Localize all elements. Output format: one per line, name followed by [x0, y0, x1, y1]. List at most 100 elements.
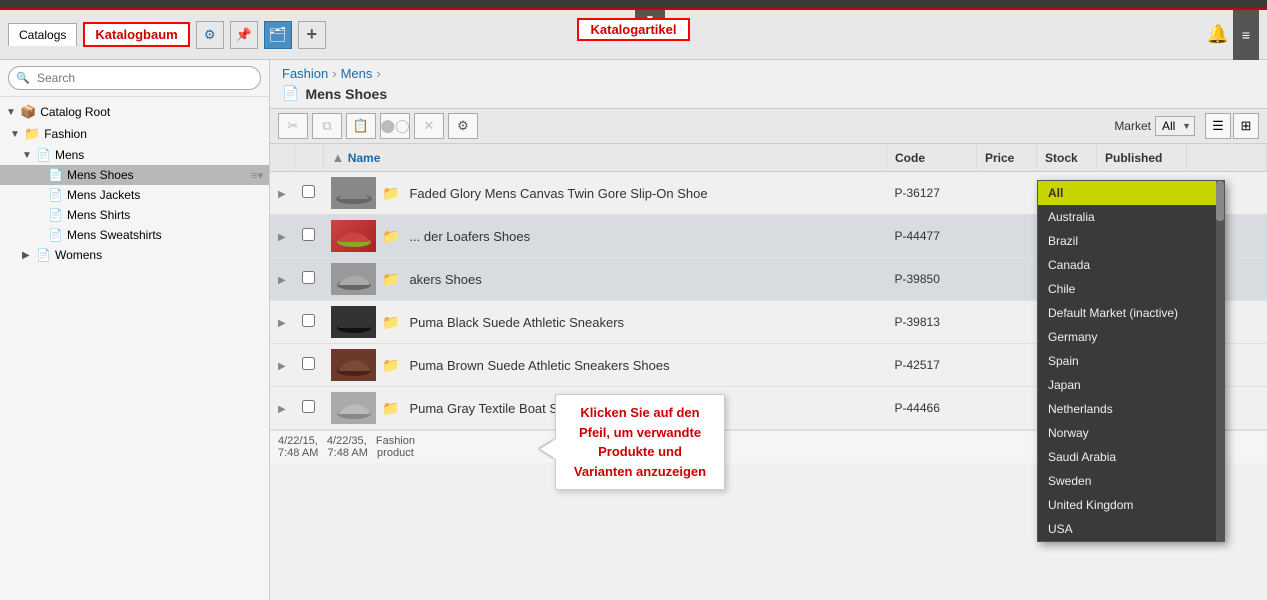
- market-option-norway[interactable]: Norway: [1038, 421, 1224, 445]
- tooltip-text: Klicken Sie auf den Pfeil, um verwandte …: [574, 405, 706, 479]
- market-option-saudi-arabia[interactable]: Saudi Arabia: [1038, 445, 1224, 469]
- breadcrumb-mens[interactable]: Mens: [341, 66, 373, 81]
- market-select-wrapper[interactable]: All: [1155, 116, 1195, 136]
- row-check-cell[interactable]: [294, 301, 323, 344]
- copy-btn[interactable]: ⧉: [312, 113, 342, 139]
- sidebar-toggle-btn[interactable]: ≡: [1233, 10, 1259, 60]
- product-name: Puma Black Suede Athletic Sneakers: [409, 315, 624, 330]
- market-option-canada[interactable]: Canada: [1038, 253, 1224, 277]
- top-bar: [0, 0, 1267, 10]
- market-option-chile[interactable]: Chile: [1038, 277, 1224, 301]
- row-name-cell: 📁 ... der Loafers Shoes: [323, 215, 887, 258]
- market-option-usa[interactable]: USA: [1038, 517, 1224, 541]
- sidebar-item-mens-sweatshirts[interactable]: 📄 Mens Sweatshirts: [0, 225, 269, 245]
- market-option-japan[interactable]: Japan: [1038, 373, 1224, 397]
- market-scrollbar-thumb[interactable]: [1216, 181, 1224, 221]
- gear-icon: ⚙: [204, 27, 216, 43]
- cut-btn[interactable]: ✂: [278, 113, 308, 139]
- market-option-default-market[interactable]: Default Market (inactive): [1038, 301, 1224, 325]
- row-expand-arrow[interactable]: ▶: [278, 404, 286, 415]
- move-btn[interactable]: ⬤◯: [380, 113, 410, 139]
- row-arrow-cell[interactable]: ▶: [270, 172, 294, 215]
- search-wrapper: [8, 66, 261, 90]
- row-arrow-cell[interactable]: ▶: [270, 387, 294, 430]
- row-expand-arrow[interactable]: ▶: [278, 275, 286, 286]
- sidebar-item-womens[interactable]: ▶ 📄 Womens: [0, 245, 269, 265]
- col-stock[interactable]: Stock: [1037, 144, 1097, 172]
- tooltip-popup: Klicken Sie auf den Pfeil, um verwandte …: [555, 394, 725, 490]
- row-arrow-cell[interactable]: ▶: [270, 258, 294, 301]
- grid-view-btn[interactable]: ⊞: [1233, 113, 1259, 139]
- catalog-tree-btn[interactable]: 🗂: [264, 21, 292, 49]
- pin-btn[interactable]: 📌: [230, 21, 258, 49]
- breadcrumb-sep-1: ›: [332, 66, 336, 81]
- settings-btn[interactable]: ⚙: [448, 113, 478, 139]
- market-option-spain[interactable]: Spain: [1038, 349, 1224, 373]
- product-name: akers Shoes: [409, 272, 481, 287]
- row-check-cell[interactable]: [294, 215, 323, 258]
- delete-btn[interactable]: ✕: [414, 113, 444, 139]
- sidebar-item-fashion[interactable]: ▼ 📁 Fashion: [0, 123, 269, 145]
- market-scrollbar[interactable]: [1216, 181, 1224, 541]
- col-published[interactable]: Published: [1097, 144, 1187, 172]
- tab-catalogs[interactable]: Catalogs: [8, 23, 77, 46]
- row-expand-arrow[interactable]: ▶: [278, 361, 286, 372]
- row-arrow-cell[interactable]: ▶: [270, 301, 294, 344]
- tree-label: Catalog Root: [40, 105, 110, 119]
- sidebar-item-mens[interactable]: ▼ 📄 Mens: [0, 145, 269, 165]
- paste-btn[interactable]: 📋: [346, 113, 376, 139]
- sidebar-item-catalog-root[interactable]: ▼ 📦 Catalog Root: [0, 101, 269, 123]
- katalogartikel-label: Katalogartikel: [577, 18, 691, 41]
- col-price[interactable]: Price: [977, 144, 1037, 172]
- market-option-uk[interactable]: United Kingdom: [1038, 493, 1224, 517]
- row-checkbox[interactable]: [302, 357, 315, 370]
- row-code: P-36127: [887, 172, 977, 215]
- list-view-btn[interactable]: ☰: [1205, 113, 1231, 139]
- search-box: [0, 60, 269, 97]
- tree-icon: 📁: [24, 126, 40, 142]
- market-option-all[interactable]: All: [1038, 181, 1224, 205]
- row-expand-arrow[interactable]: ▶: [278, 189, 286, 200]
- row-check-cell[interactable]: [294, 172, 323, 215]
- row-price: [977, 172, 1037, 215]
- header-toolbar: ▼ Catalogs Katalogbaum ⚙ 📌 🗂 + Katalogar…: [0, 10, 1267, 60]
- row-check-cell[interactable]: [294, 258, 323, 301]
- page-title-icon: 📄: [282, 85, 299, 102]
- breadcrumb-fashion[interactable]: Fashion: [282, 66, 328, 81]
- market-select[interactable]: All: [1155, 116, 1195, 136]
- market-option-australia[interactable]: Australia: [1038, 205, 1224, 229]
- market-option-netherlands[interactable]: Netherlands: [1038, 397, 1224, 421]
- gear-btn[interactable]: ⚙: [196, 21, 224, 49]
- tree-item-actions[interactable]: ≡▾: [251, 169, 263, 182]
- col-name[interactable]: ▲ Name: [323, 144, 887, 172]
- row-checkbox[interactable]: [302, 228, 315, 241]
- col-extra1: [1187, 144, 1267, 172]
- market-option-germany[interactable]: Germany: [1038, 325, 1224, 349]
- market-option-brazil[interactable]: Brazil: [1038, 229, 1224, 253]
- col-code[interactable]: Code: [887, 144, 977, 172]
- row-checkbox[interactable]: [302, 271, 315, 284]
- search-input[interactable]: [8, 66, 261, 90]
- row-arrow-cell[interactable]: ▶: [270, 215, 294, 258]
- row-checkbox[interactable]: [302, 400, 315, 413]
- tree-icon: 📄: [48, 168, 63, 182]
- sidebar-item-mens-jackets[interactable]: 📄 Mens Jackets: [0, 185, 269, 205]
- row-check-cell[interactable]: [294, 387, 323, 430]
- settings-icon: ⚙: [457, 118, 469, 134]
- row-checkbox[interactable]: [302, 185, 315, 198]
- tree-label: Mens Sweatshirts: [67, 228, 162, 242]
- breadcrumb-sep-2: ›: [376, 66, 380, 81]
- main-layout: ▼ 📦 Catalog Root ▼ 📁 Fashion ▼ 📄 Mens 📄 …: [0, 60, 1267, 600]
- row-arrow-cell[interactable]: ▶: [270, 344, 294, 387]
- row-expand-arrow[interactable]: ▶: [278, 232, 286, 243]
- row-check-cell[interactable]: [294, 344, 323, 387]
- bell-icon[interactable]: 🔔: [1207, 24, 1229, 45]
- add-btn[interactable]: +: [298, 21, 326, 49]
- sidebar-item-mens-shoes[interactable]: 📄 Mens Shoes ≡▾: [0, 165, 269, 185]
- row-expand-arrow[interactable]: ▶: [278, 318, 286, 329]
- market-option-sweden[interactable]: Sweden: [1038, 469, 1224, 493]
- tree-arrow: ▼: [6, 107, 20, 118]
- sidebar-item-mens-shirts[interactable]: 📄 Mens Shirts: [0, 205, 269, 225]
- row-checkbox[interactable]: [302, 314, 315, 327]
- col-check: [294, 144, 323, 172]
